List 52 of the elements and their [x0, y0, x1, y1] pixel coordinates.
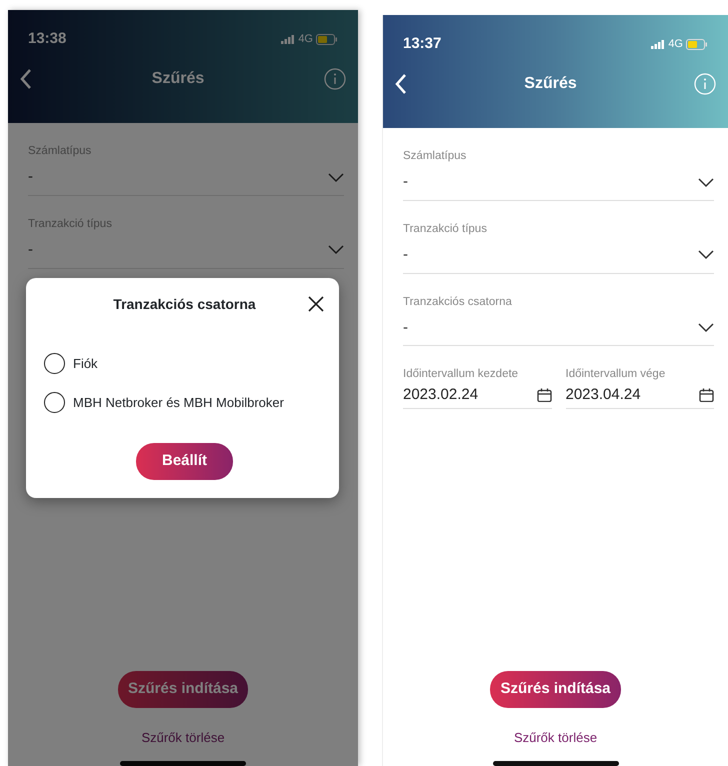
clear-filters-link[interactable]: Szűrők törlése: [514, 728, 598, 747]
date-value: 2023.02.24: [403, 384, 478, 404]
dropdown-field[interactable]: Tranzakciós csatorna -: [403, 274, 714, 346]
signal-icon: [281, 34, 296, 44]
radio-button[interactable]: [44, 353, 65, 374]
calendar-icon: [699, 388, 714, 402]
network-label: 4G: [668, 37, 683, 52]
chevron-down-icon: [328, 245, 344, 256]
chevron-down-icon: [698, 250, 714, 260]
option-label[interactable]: MBH Netbroker és MBH Mobilbroker: [73, 392, 284, 412]
set-button[interactable]: Beállít: [136, 443, 233, 480]
screen-title: Szűrés: [152, 68, 204, 88]
chevron-down-icon: [698, 178, 714, 188]
network-label: 4G: [298, 32, 313, 47]
option-label[interactable]: Fiók: [73, 354, 98, 374]
date-field[interactable]: Időintervallum vége 2023.04.24: [566, 366, 714, 409]
field-label: Időintervallum vége: [566, 367, 666, 382]
field-value: -: [28, 167, 33, 188]
calendar-icon: [536, 388, 552, 402]
radio-button[interactable]: [44, 392, 65, 413]
field-label: Tranzakció típus: [403, 222, 488, 237]
field-label: Tranzakció típus: [28, 216, 113, 232]
chevron-down-icon: [328, 172, 344, 182]
field-value: -: [403, 245, 408, 265]
field-value: -: [28, 240, 33, 260]
dropdown-field[interactable]: Számlatípus -: [28, 123, 344, 196]
field-label: Tranzakciós csatorna: [403, 294, 513, 310]
field-value: -: [403, 172, 408, 192]
field-label: Számlatípus: [403, 149, 468, 164]
field-label: Időintervallum kezdete: [403, 367, 520, 382]
status-time: 13:37: [403, 34, 442, 54]
dropdown-field[interactable]: Tranzakció típus -: [28, 196, 344, 268]
date-value: 2023.04.24: [566, 384, 641, 404]
signal-icon: [651, 40, 666, 49]
dropdown-field[interactable]: Tranzakció típus -: [403, 200, 714, 274]
field-value: -: [403, 318, 408, 338]
clear-filters-link[interactable]: Szűrők törlése: [141, 728, 225, 747]
date-field[interactable]: Időintervallum kezdete 2023.02.24: [403, 366, 552, 409]
back-icon[interactable]: [20, 68, 32, 88]
info-icon[interactable]: [324, 68, 346, 90]
dialog-title: Tranzakciós csatorna: [113, 295, 256, 314]
start-filter-button[interactable]: Szűrés indítása: [118, 671, 248, 708]
battery-icon: [686, 38, 708, 50]
start-filter-button[interactable]: Szűrés indítása: [490, 671, 621, 708]
status-time: 13:38: [28, 29, 66, 49]
battery-icon: [316, 34, 338, 45]
close-icon[interactable]: [307, 294, 325, 313]
back-icon[interactable]: [395, 74, 407, 94]
dropdown-field[interactable]: Számlatípus -: [403, 128, 714, 201]
screen-title: Szűrés: [524, 74, 577, 94]
chevron-down-icon: [698, 323, 714, 333]
field-label: Számlatípus: [28, 144, 92, 159]
